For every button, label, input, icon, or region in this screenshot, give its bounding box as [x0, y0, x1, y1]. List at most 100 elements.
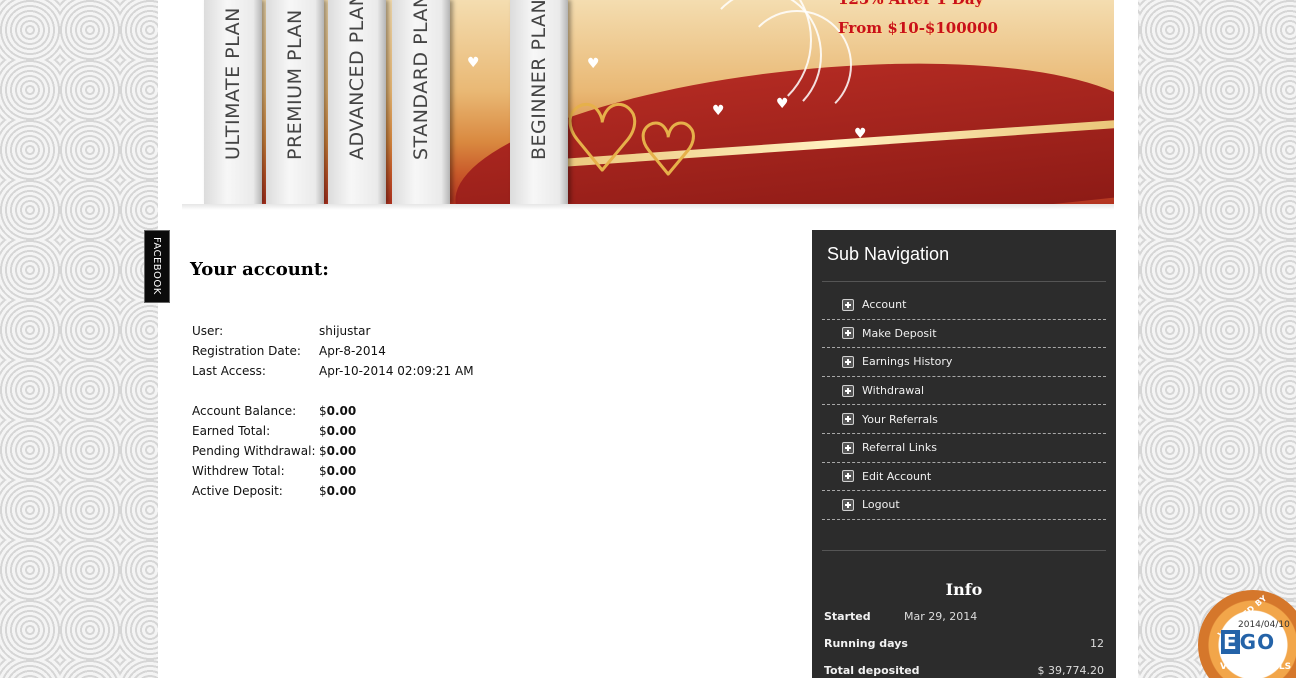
swirl-ornament [742, 10, 852, 120]
badge-date: 2014/04/10 [1238, 620, 1290, 630]
heart-icon: ♥ [854, 126, 867, 142]
sidebar-item-earnings-history[interactable]: Earnings History [822, 348, 1106, 377]
tab-label: PREMIUM PLAN [284, 9, 306, 160]
user-value: shijustar [319, 324, 371, 338]
info-deposited-label: Total deposited [824, 664, 920, 677]
tab-advanced-plan[interactable]: ADVANCED PLAN [328, 0, 386, 204]
promo-rate: 125% After 1 Day [838, 0, 983, 10]
plus-box-icon [842, 498, 854, 511]
balance-value: $0.00 [319, 401, 356, 421]
sidebar-item-label: Referral Links [862, 441, 937, 455]
pending-value: $0.00 [319, 441, 356, 461]
info-started-value: Mar 29, 2014 [904, 610, 978, 623]
sidebar-item-label: Withdrawal [862, 384, 925, 398]
pending-row: Pending Withdrawal: $0.00 [192, 441, 474, 461]
tab-premium-plan[interactable]: PREMIUM PLAN [266, 0, 324, 204]
info-deposited-value: $ 39,774.20 [1037, 664, 1104, 677]
sidebar-item-make-deposit[interactable]: Make Deposit [822, 320, 1106, 349]
info-started-label: Started [824, 610, 871, 623]
sidebar-item-label: Edit Account [862, 469, 932, 483]
banner-shadow [182, 204, 1114, 210]
sidebar-item-label: Logout [862, 498, 900, 512]
active-deposit-amount: 0.00 [326, 484, 357, 498]
tab-ultimate-plan[interactable]: ULTIMATE PLAN [204, 0, 262, 204]
heart-icon: ♥ [712, 103, 725, 119]
info-running-label: Running days [824, 637, 908, 650]
heart-icon: ♥ [587, 56, 600, 72]
withdrew-row: Withdrew Total: $0.00 [192, 461, 474, 481]
earned-value: $0.00 [319, 421, 356, 441]
withdrew-label: Withdrew Total: [192, 464, 285, 478]
sidebar-item-label: Earnings History [862, 355, 953, 369]
earned-amount: 0.00 [326, 424, 357, 438]
balance-label: Account Balance: [192, 404, 297, 418]
sidebar-item-your-referrals[interactable]: Your Referrals [822, 405, 1106, 434]
facebook-tab-label: FACEBOOK [151, 237, 162, 295]
user-label: User: [192, 324, 224, 338]
sidebar-item-edit-account[interactable]: Edit Account [822, 463, 1106, 492]
sidebar-nav: Account Make Deposit Earnings History Wi… [822, 291, 1106, 520]
verified-badge[interactable]: VERIFIED BY 2014/04/10 E GO VIEW DETAILS [1198, 590, 1296, 678]
sidebar-item-referral-links[interactable]: Referral Links [822, 434, 1106, 463]
tab-label: BEGINNER PLAN [528, 0, 550, 160]
pending-label: Pending Withdrawal: [192, 444, 316, 458]
sidebar-item-account[interactable]: Account [822, 291, 1106, 320]
balance-row: Account Balance: $0.00 [192, 401, 474, 421]
plus-box-icon [842, 384, 854, 397]
sidebar-item-logout[interactable]: Logout [822, 491, 1106, 520]
facebook-tab[interactable]: FACEBOOK [144, 230, 170, 303]
badge-brand-e: E [1221, 630, 1240, 654]
account-details: User: shijustar Registration Date: Apr-8… [192, 321, 474, 501]
sidebar-item-withdrawal[interactable]: Withdrawal [822, 377, 1106, 406]
earned-label: Earned Total: [192, 424, 271, 438]
sidebar-divider [822, 550, 1106, 551]
active-deposit-row: Active Deposit: $0.00 [192, 481, 474, 501]
withdrew-amount: 0.00 [326, 464, 357, 478]
plus-box-icon [842, 470, 854, 483]
tab-label: ULTIMATE PLAN [222, 7, 244, 160]
sidebar-item-label: Make Deposit [862, 326, 937, 340]
promo-range: From $10-$100000 [838, 19, 998, 37]
info-title: Info [945, 580, 983, 599]
sub-navigation-panel: Sub Navigation Account Make Deposit Earn… [812, 230, 1116, 678]
registration-row: Registration Date: Apr-8-2014 [192, 341, 474, 361]
currency-symbol: $ [319, 464, 327, 478]
tab-label: ADVANCED PLAN [346, 0, 368, 160]
tab-standard-plan[interactable]: STANDARD PLAN [392, 0, 450, 204]
tab-label: STANDARD PLAN [410, 0, 432, 160]
info-deposited-row: Total deposited $ 39,774.20 [824, 664, 1104, 677]
banner-left-edge [182, 0, 204, 204]
info-running-row: Running days 12 [824, 637, 1104, 650]
info-started-row: Started Mar 29, 2014 [824, 610, 1104, 623]
last-access-row: Last Access: Apr-10-2014 02:09:21 AM [192, 361, 474, 381]
badge-brand-rest: GO [1239, 630, 1276, 654]
pending-amount: 0.00 [326, 444, 357, 458]
plus-box-icon [842, 413, 854, 426]
header-banner: ♥ ♥ ♥ ♥ ♥ ♥ ♥ 125% After 1 Day From $10-… [182, 0, 1114, 204]
badge-brand: E GO [1221, 630, 1275, 654]
currency-symbol: $ [319, 484, 327, 498]
sidebar-item-label: Your Referrals [862, 412, 938, 426]
badge-view-details: VIEW DETAILS [1220, 662, 1292, 672]
user-row: User: shijustar [192, 321, 474, 341]
tab-beginner-plan[interactable]: BEGINNER PLAN [510, 0, 568, 204]
currency-symbol: $ [319, 424, 327, 438]
registration-label: Registration Date: [192, 344, 301, 358]
sidebar-title: Sub Navigation [827, 244, 950, 264]
currency-symbol: $ [319, 404, 327, 418]
withdrew-value: $0.00 [319, 461, 356, 481]
heart-outline-icon: ♥ [561, 87, 645, 192]
balance-amount: 0.00 [326, 404, 357, 418]
page-title: Your account: [190, 259, 329, 280]
heart-outline-icon: ♥ [636, 109, 702, 191]
active-deposit-label: Active Deposit: [192, 484, 283, 498]
plus-box-icon [842, 355, 854, 368]
heart-icon: ♥ [776, 96, 789, 112]
sidebar-divider [822, 281, 1106, 282]
plus-box-icon [842, 298, 854, 311]
sidebar-item-label: Account [862, 298, 907, 312]
info-running-value: 12 [1090, 637, 1104, 650]
plus-box-icon [842, 441, 854, 454]
registration-value: Apr-8-2014 [319, 344, 386, 358]
